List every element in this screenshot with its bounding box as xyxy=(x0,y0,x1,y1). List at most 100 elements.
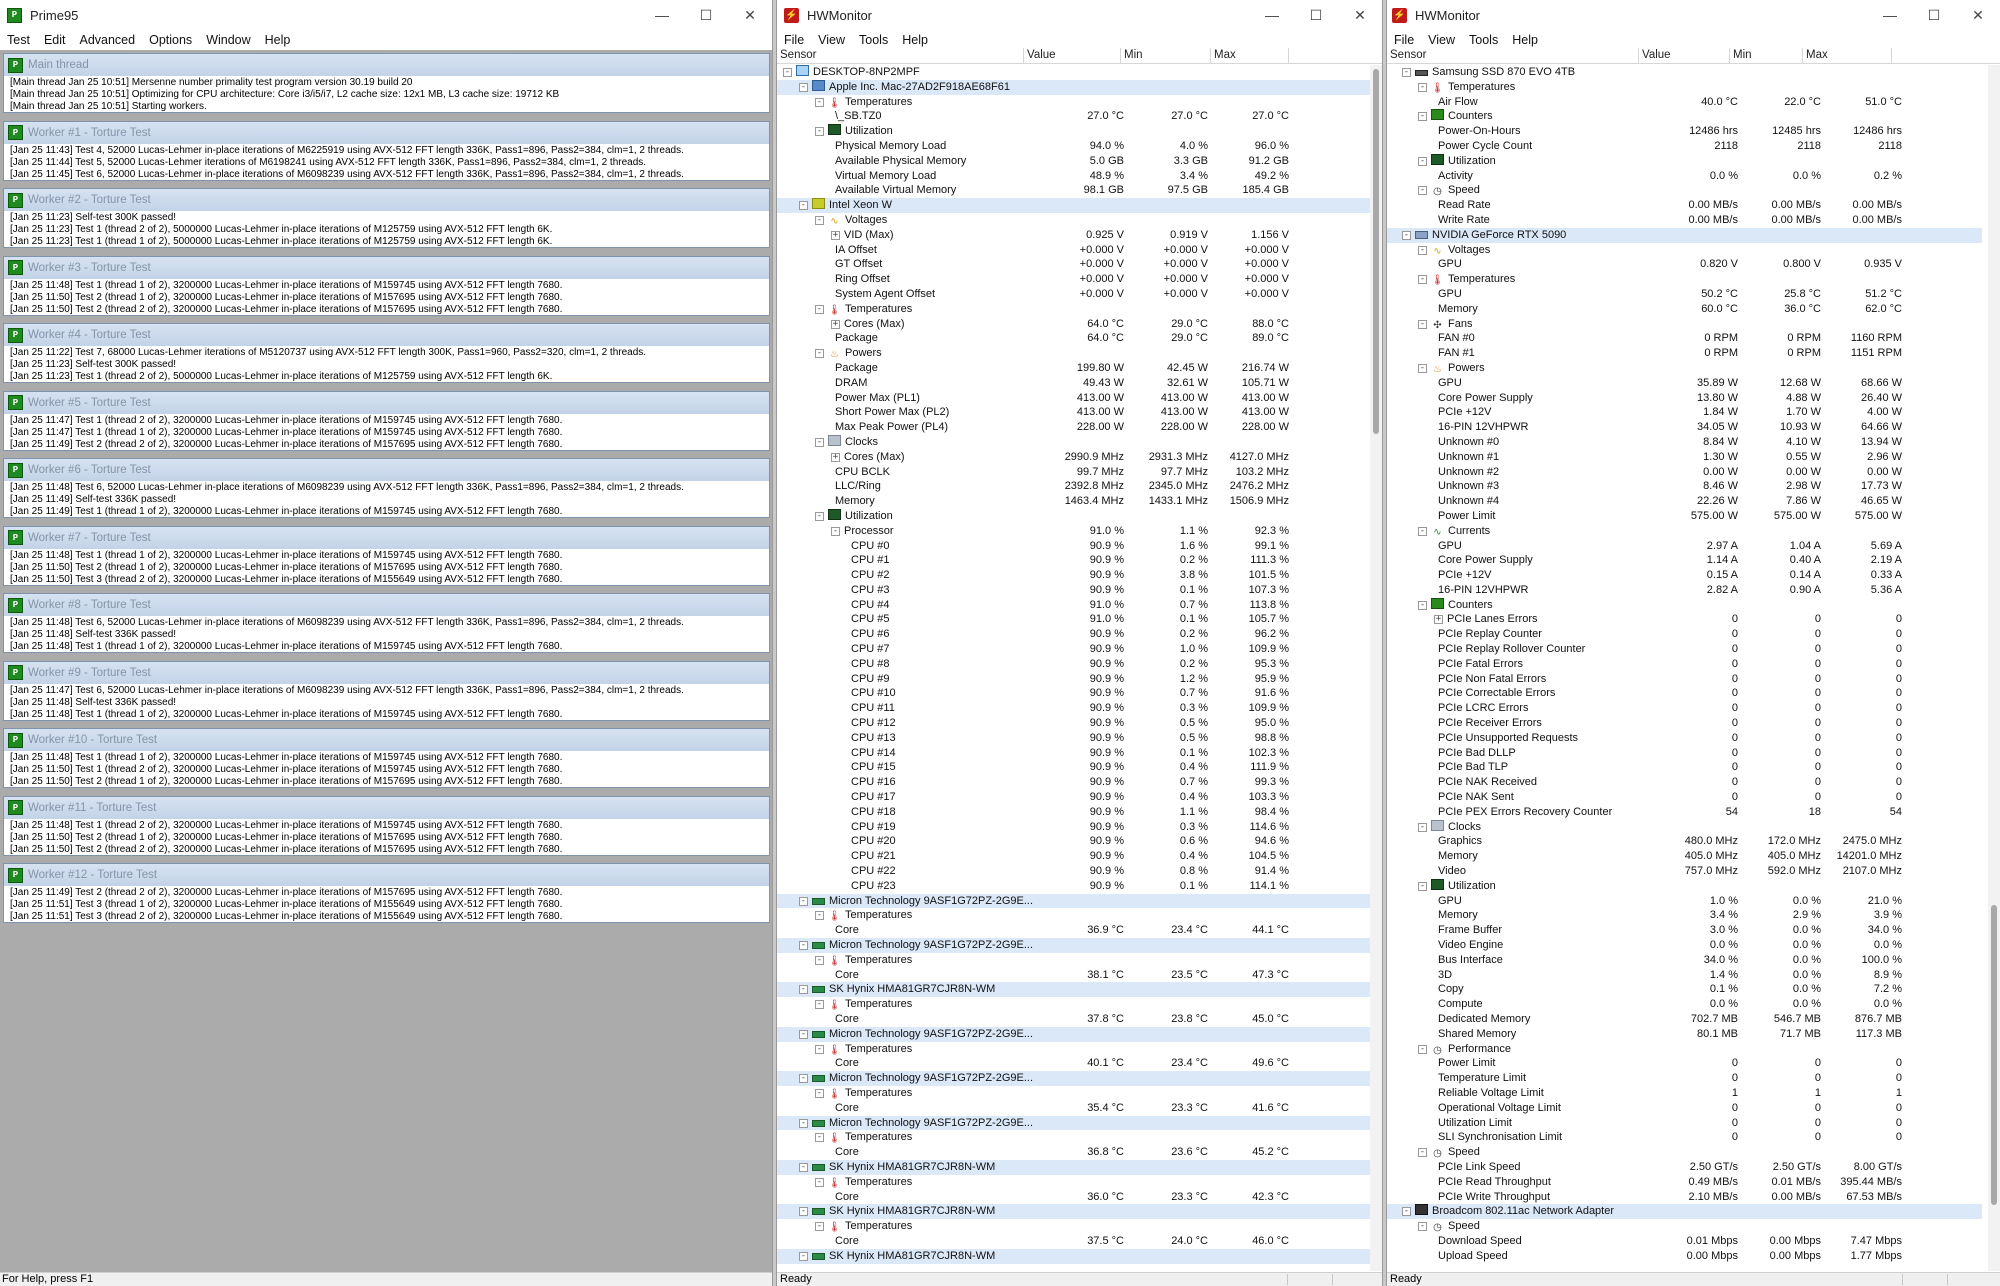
tree-node-row[interactable]: - 🌡 Temperatures xyxy=(777,1042,1372,1057)
sensor-row[interactable]: Activity 0.0 % 0.0 % 0.2 % xyxy=(1387,169,1982,184)
sensor-row[interactable]: GPU 0.820 V 0.800 V 0.935 V xyxy=(1387,257,1982,272)
close-button[interactable]: ✕ xyxy=(1956,0,2000,30)
tree-node-row[interactable]: - Counters xyxy=(1387,109,1982,124)
sensor-row[interactable]: SLI Synchronisation Limit 0 0 0 xyxy=(1387,1130,1982,1145)
tree-node-row[interactable]: - SK Hynix HMA81GR7CJR8N-WM xyxy=(777,1159,1372,1175)
sensor-row[interactable]: Memory 3.4 % 2.9 % 3.9 % xyxy=(1387,908,1982,923)
sensor-row[interactable]: PCIe Bad TLP 0 0 0 xyxy=(1387,760,1982,775)
sensor-row[interactable]: Unknown #3 8.46 W 2.98 W 17.73 W xyxy=(1387,479,1982,494)
tree-node-row[interactable]: - Clocks xyxy=(777,434,1372,450)
tree-node-row[interactable]: - 🌡 Temperatures xyxy=(777,908,1372,923)
menu-edit[interactable]: Edit xyxy=(44,33,66,47)
sensor-row[interactable]: PCIe Unsupported Requests 0 0 0 xyxy=(1387,731,1982,746)
child-window-titlebar[interactable]: P Worker #12 - Torture Test xyxy=(4,864,769,886)
menu-file[interactable]: File xyxy=(1394,33,1414,47)
sensor-row[interactable]: Video 757.0 MHz 592.0 MHz 2107.0 MHz xyxy=(1387,864,1982,879)
sensor-row[interactable]: Power Max (PL1) 413.00 W 413.00 W 413.00 W xyxy=(777,391,1372,406)
collapse-toggle[interactable]: - xyxy=(815,911,824,921)
child-window-titlebar[interactable]: P Worker #10 - Torture Test xyxy=(4,729,769,751)
sensor-row[interactable]: CPU #0 90.9 % 1.6 % 99.1 % xyxy=(777,539,1372,554)
collapse-toggle[interactable]: - xyxy=(815,1044,824,1054)
tree-node-row[interactable]: - 🌡 Temperatures xyxy=(777,953,1372,968)
collapse-toggle[interactable]: - xyxy=(1418,363,1427,373)
collapse-toggle[interactable]: - xyxy=(815,1000,824,1010)
sensor-row[interactable]: Unknown #1 1.30 W 0.55 W 2.96 W xyxy=(1387,450,1982,465)
worker-window[interactable]: P Worker #5 - Torture Test [Jan 25 11:47] … xyxy=(3,390,770,451)
sensor-row[interactable]: CPU #5 91.0 % 0.1 % 105.7 % xyxy=(777,612,1372,627)
sensor-row[interactable]: PCIe LCRC Errors 0 0 0 xyxy=(1387,701,1982,716)
sensor-row[interactable]: + PCIe Lanes Errors 0 0 0 xyxy=(1387,612,1982,627)
menu-view[interactable]: View xyxy=(1428,33,1455,47)
sensor-row[interactable]: Power Cycle Count 2118 2118 2118 xyxy=(1387,139,1982,154)
log-output[interactable]: [Jan 25 11:48] Test 6, 52000 Lucas-Lehme… xyxy=(4,481,769,517)
sensor-row[interactable]: PCIe Fatal Errors 0 0 0 xyxy=(1387,657,1982,672)
collapse-toggle[interactable]: - xyxy=(799,1029,808,1039)
collapse-toggle[interactable]: - xyxy=(1402,68,1411,77)
collapse-toggle[interactable]: - xyxy=(799,201,808,211)
worker-window[interactable]: P Worker #7 - Torture Test [Jan 25 11:48] … xyxy=(3,525,770,586)
log-output[interactable]: [Jan 25 11:49] Test 2 (thread 2 of 2), 3… xyxy=(4,886,769,922)
sensor-row[interactable]: CPU #2 90.9 % 3.8 % 101.5 % xyxy=(777,568,1372,583)
menu-view[interactable]: View xyxy=(818,33,845,47)
sensor-row[interactable]: Core 37.5 °C 24.0 °C 46.0 °C xyxy=(777,1234,1372,1249)
sensor-row[interactable]: PCIe Replay Counter 0 0 0 xyxy=(1387,627,1982,642)
main-thread-window[interactable]: P Main thread [Main thread Jan 25 10:51] M… xyxy=(3,53,770,113)
worker-window[interactable]: P Worker #9 - Torture Test [Jan 25 11:47] … xyxy=(3,660,770,721)
sensor-row[interactable]: PCIe Link Speed 2.50 GT/s 2.50 GT/s 8.00 GT… xyxy=(1387,1160,1982,1175)
sensor-row[interactable]: Power Limit 575.00 W 575.00 W 575.00 W xyxy=(1387,509,1982,524)
sensor-row[interactable]: Core 38.1 °C 23.5 °C 47.3 °C xyxy=(777,968,1372,983)
sensor-row[interactable]: CPU #6 90.9 % 0.2 % 96.2 % xyxy=(777,627,1372,642)
worker-window[interactable]: P Worker #2 - Torture Test [Jan 25 11:23] … xyxy=(3,188,770,248)
sensor-row[interactable]: + VID (Max) 0.925 V 0.919 V 1.156 V xyxy=(777,228,1372,243)
tree-node-row[interactable]: - Micron Technology 9ASF1G72PZ-2G9E... xyxy=(777,1115,1372,1131)
tree-node-row[interactable]: - ∿ Voltages xyxy=(1387,243,1982,258)
sensor-row[interactable]: Unknown #2 0.00 W 0.00 W 0.00 W xyxy=(1387,465,1982,480)
menu-options[interactable]: Options xyxy=(149,33,192,47)
sensor-row[interactable]: Core 36.9 °C 23.4 °C 44.1 °C xyxy=(777,923,1372,938)
tree-node-row[interactable]: - Utilization xyxy=(777,508,1372,524)
sensor-row[interactable]: CPU #9 90.9 % 1.2 % 95.9 % xyxy=(777,672,1372,687)
worker-window[interactable]: P Worker #6 - Torture Test [Jan 25 11:48] … xyxy=(3,458,770,518)
sensor-row[interactable]: \_SB.TZ0 27.0 °C 27.0 °C 27.0 °C xyxy=(777,109,1372,124)
tree-node-row[interactable]: - ◷ Speed xyxy=(1387,1219,1982,1234)
sensor-row[interactable]: CPU #10 90.9 % 0.7 % 91.6 % xyxy=(777,686,1372,701)
collapse-toggle[interactable]: - xyxy=(1418,1222,1427,1232)
sensor-row[interactable]: IA Offset +0.000 V +0.000 V +0.000 V xyxy=(777,243,1372,258)
sensor-row[interactable]: Air Flow 40.0 °C 22.0 °C 51.0 °C xyxy=(1387,95,1982,110)
hwmonitor-titlebar[interactable]: ⚡ HWMonitor — ☐ ✕ xyxy=(1387,0,2000,30)
expand-toggle[interactable]: + xyxy=(1434,615,1443,625)
minimize-button[interactable]: — xyxy=(1868,0,1912,30)
header-min[interactable]: Min xyxy=(1121,48,1211,64)
collapse-toggle[interactable]: - xyxy=(815,955,824,965)
sensor-row[interactable]: PCIe Receiver Errors 0 0 0 xyxy=(1387,716,1982,731)
collapse-toggle[interactable]: - xyxy=(783,68,792,77)
sensor-row[interactable]: Core 35.4 °C 23.3 °C 41.6 °C xyxy=(777,1101,1372,1116)
menu-tools[interactable]: Tools xyxy=(1469,33,1498,47)
sensor-row[interactable]: 16-PIN 12VHPWR 2.82 A 0.90 A 5.36 A xyxy=(1387,583,1982,598)
tree-node-row[interactable]: - 🌡 Temperatures xyxy=(777,1219,1372,1234)
sensor-row[interactable]: Memory 60.0 °C 36.0 °C 62.0 °C xyxy=(1387,302,1982,317)
expand-toggle[interactable]: + xyxy=(831,319,840,329)
collapse-toggle[interactable]: - xyxy=(815,1177,824,1187)
sensor-row[interactable]: CPU #12 90.9 % 0.5 % 95.0 % xyxy=(777,716,1372,731)
vertical-scrollbar[interactable] xyxy=(1370,65,1382,1271)
collapse-toggle[interactable]: - xyxy=(815,511,824,521)
sensor-row[interactable]: Package 199.80 W 42.45 W 216.74 W xyxy=(777,361,1372,376)
tree-node-row[interactable]: - Apple Inc. Mac-27AD2F918AE68F61 xyxy=(777,79,1372,95)
scrollbar-thumb[interactable] xyxy=(1991,905,1997,1205)
tree-node-row[interactable]: - ∿ Voltages xyxy=(777,213,1372,228)
collapse-toggle[interactable]: - xyxy=(815,1133,824,1143)
log-output[interactable]: [Jan 25 11:48] Test 1 (thread 1 of 2), 3… xyxy=(4,279,769,315)
sensor-row[interactable]: CPU #3 90.9 % 0.1 % 107.3 % xyxy=(777,583,1372,598)
tree-node-row[interactable]: - ◷ Performance xyxy=(1387,1042,1982,1057)
tree-node-row[interactable]: - Clocks xyxy=(1387,819,1982,835)
sensor-row[interactable]: PCIe NAK Sent 0 0 0 xyxy=(1387,790,1982,805)
sensor-row[interactable]: Bus Interface 34.0 % 0.0 % 100.0 % xyxy=(1387,953,1982,968)
sensor-row[interactable]: Virtual Memory Load 48.9 % 3.4 % 49.2 % xyxy=(777,169,1372,184)
menu-advanced[interactable]: Advanced xyxy=(79,33,135,47)
sensor-row[interactable]: Memory 405.0 MHz 405.0 MHz 14201.0 MHz xyxy=(1387,849,1982,864)
sensor-row[interactable]: Core Power Supply 13.80 W 4.88 W 26.40 W xyxy=(1387,391,1982,406)
tree-node-row[interactable]: - 🌡 Temperatures xyxy=(777,997,1372,1012)
sensor-row[interactable]: Shared Memory 80.1 MB 71.7 MB 117.3 MB xyxy=(1387,1027,1982,1042)
sensor-row[interactable]: Compute 0.0 % 0.0 % 0.0 % xyxy=(1387,997,1982,1012)
